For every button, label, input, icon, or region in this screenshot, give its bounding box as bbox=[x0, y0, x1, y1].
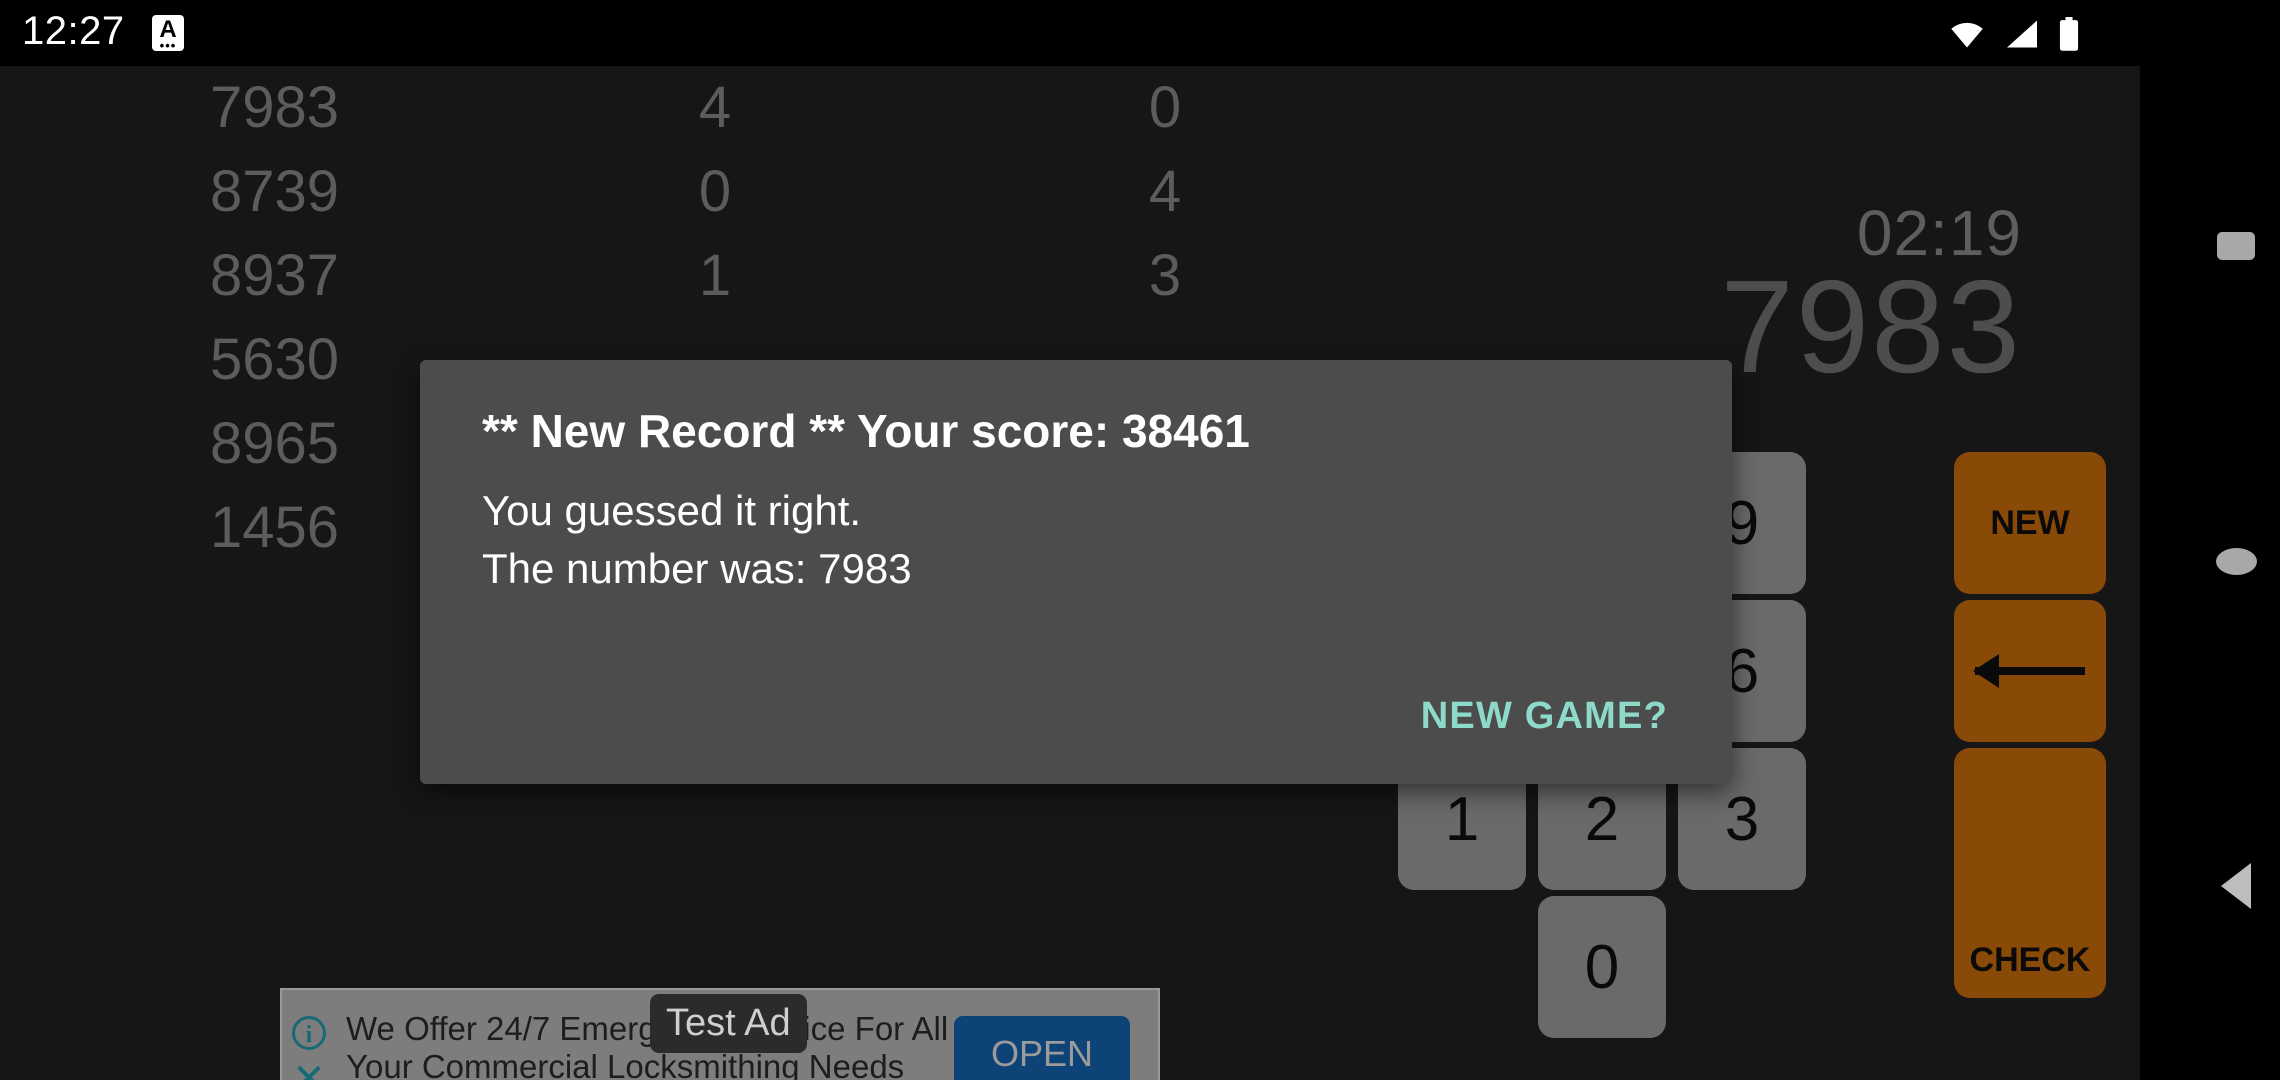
new-game-button[interactable]: NEW GAME? bbox=[1415, 687, 1674, 746]
cellular-signal-icon bbox=[2007, 20, 2037, 48]
triangle-left-icon bbox=[2221, 863, 2251, 909]
info-icon[interactable]: i bbox=[292, 1016, 326, 1050]
history-guess: 8739 bbox=[210, 159, 340, 224]
dialog-message-line1: You guessed it right. bbox=[482, 487, 862, 534]
ad-copy-line1: We Offer 24/7 Emergency Service For All bbox=[346, 1010, 949, 1047]
history-hits: 1 bbox=[698, 243, 732, 308]
table-row: 7983 4 0 bbox=[0, 66, 1400, 150]
backspace-key[interactable] bbox=[1954, 600, 2106, 742]
status-bar: 12:27 A ••• bbox=[0, 0, 2280, 66]
ad-banner[interactable]: i ✕ We Offer 24/7 Emergency Service For … bbox=[280, 988, 1160, 1080]
circle-icon bbox=[2215, 547, 2257, 575]
dialog-actions: NEW GAME? bbox=[1415, 687, 1674, 746]
history-blows: 0 bbox=[1148, 75, 1182, 140]
history-guess: 1456 bbox=[210, 495, 340, 560]
app-notification-icon: A ••• bbox=[152, 15, 184, 53]
key-0[interactable]: 0 bbox=[1538, 896, 1666, 1038]
dialog-message: You guessed it right. The number was: 79… bbox=[482, 482, 912, 598]
ad-icon-column: i ✕ bbox=[292, 1016, 334, 1080]
status-icons bbox=[1948, 14, 2080, 54]
back-button[interactable] bbox=[2192, 846, 2280, 926]
history-blows: 3 bbox=[1148, 243, 1182, 308]
square-icon bbox=[2217, 232, 2255, 260]
check-key[interactable]: CHECK bbox=[1954, 748, 2106, 998]
status-clock: 12:27 bbox=[22, 9, 125, 53]
history-guess: 8937 bbox=[210, 243, 340, 308]
history-guess: 8965 bbox=[210, 411, 340, 476]
history-blows: 4 bbox=[1148, 159, 1182, 224]
history-hits: 0 bbox=[698, 159, 732, 224]
new-game-key[interactable]: NEW bbox=[1954, 452, 2106, 594]
close-icon[interactable]: ✕ bbox=[292, 1059, 326, 1080]
current-number-display: 7983 bbox=[1720, 253, 2022, 400]
ad-copy: We Offer 24/7 Emergency Service For All … bbox=[346, 1010, 948, 1080]
phone-screen: 7983 4 0 8739 0 4 8937 1 3 5630 8965 145… bbox=[0, 0, 2280, 1080]
test-ad-label: Test Ad bbox=[650, 994, 807, 1053]
app-notification-dots: ••• bbox=[159, 38, 177, 53]
home-button[interactable] bbox=[2192, 521, 2280, 601]
dialog-message-line2: The number was: 7983 bbox=[482, 545, 912, 592]
game-area: 7983 4 0 8739 0 4 8937 1 3 5630 8965 145… bbox=[0, 66, 2140, 1080]
history-guess: 5630 bbox=[210, 327, 340, 392]
ad-copy-line2: Your Commercial Locksmithing Needs bbox=[346, 1048, 905, 1080]
recents-button[interactable] bbox=[2192, 206, 2280, 286]
result-dialog: ** New Record ** Your score: 38461 You g… bbox=[420, 360, 1732, 784]
ad-open-button[interactable]: OPEN bbox=[954, 1016, 1130, 1080]
history-hits: 4 bbox=[698, 75, 732, 140]
battery-icon bbox=[2059, 17, 2079, 51]
navigation-bar bbox=[2192, 66, 2280, 1080]
history-guess: 7983 bbox=[210, 75, 340, 140]
dialog-title: ** New Record ** Your score: 38461 bbox=[482, 405, 1250, 457]
table-row: 8937 1 3 bbox=[0, 234, 1400, 318]
wifi-icon bbox=[1951, 22, 1983, 48]
arrow-left-icon bbox=[1973, 654, 2085, 688]
table-row: 8739 0 4 bbox=[0, 150, 1400, 234]
